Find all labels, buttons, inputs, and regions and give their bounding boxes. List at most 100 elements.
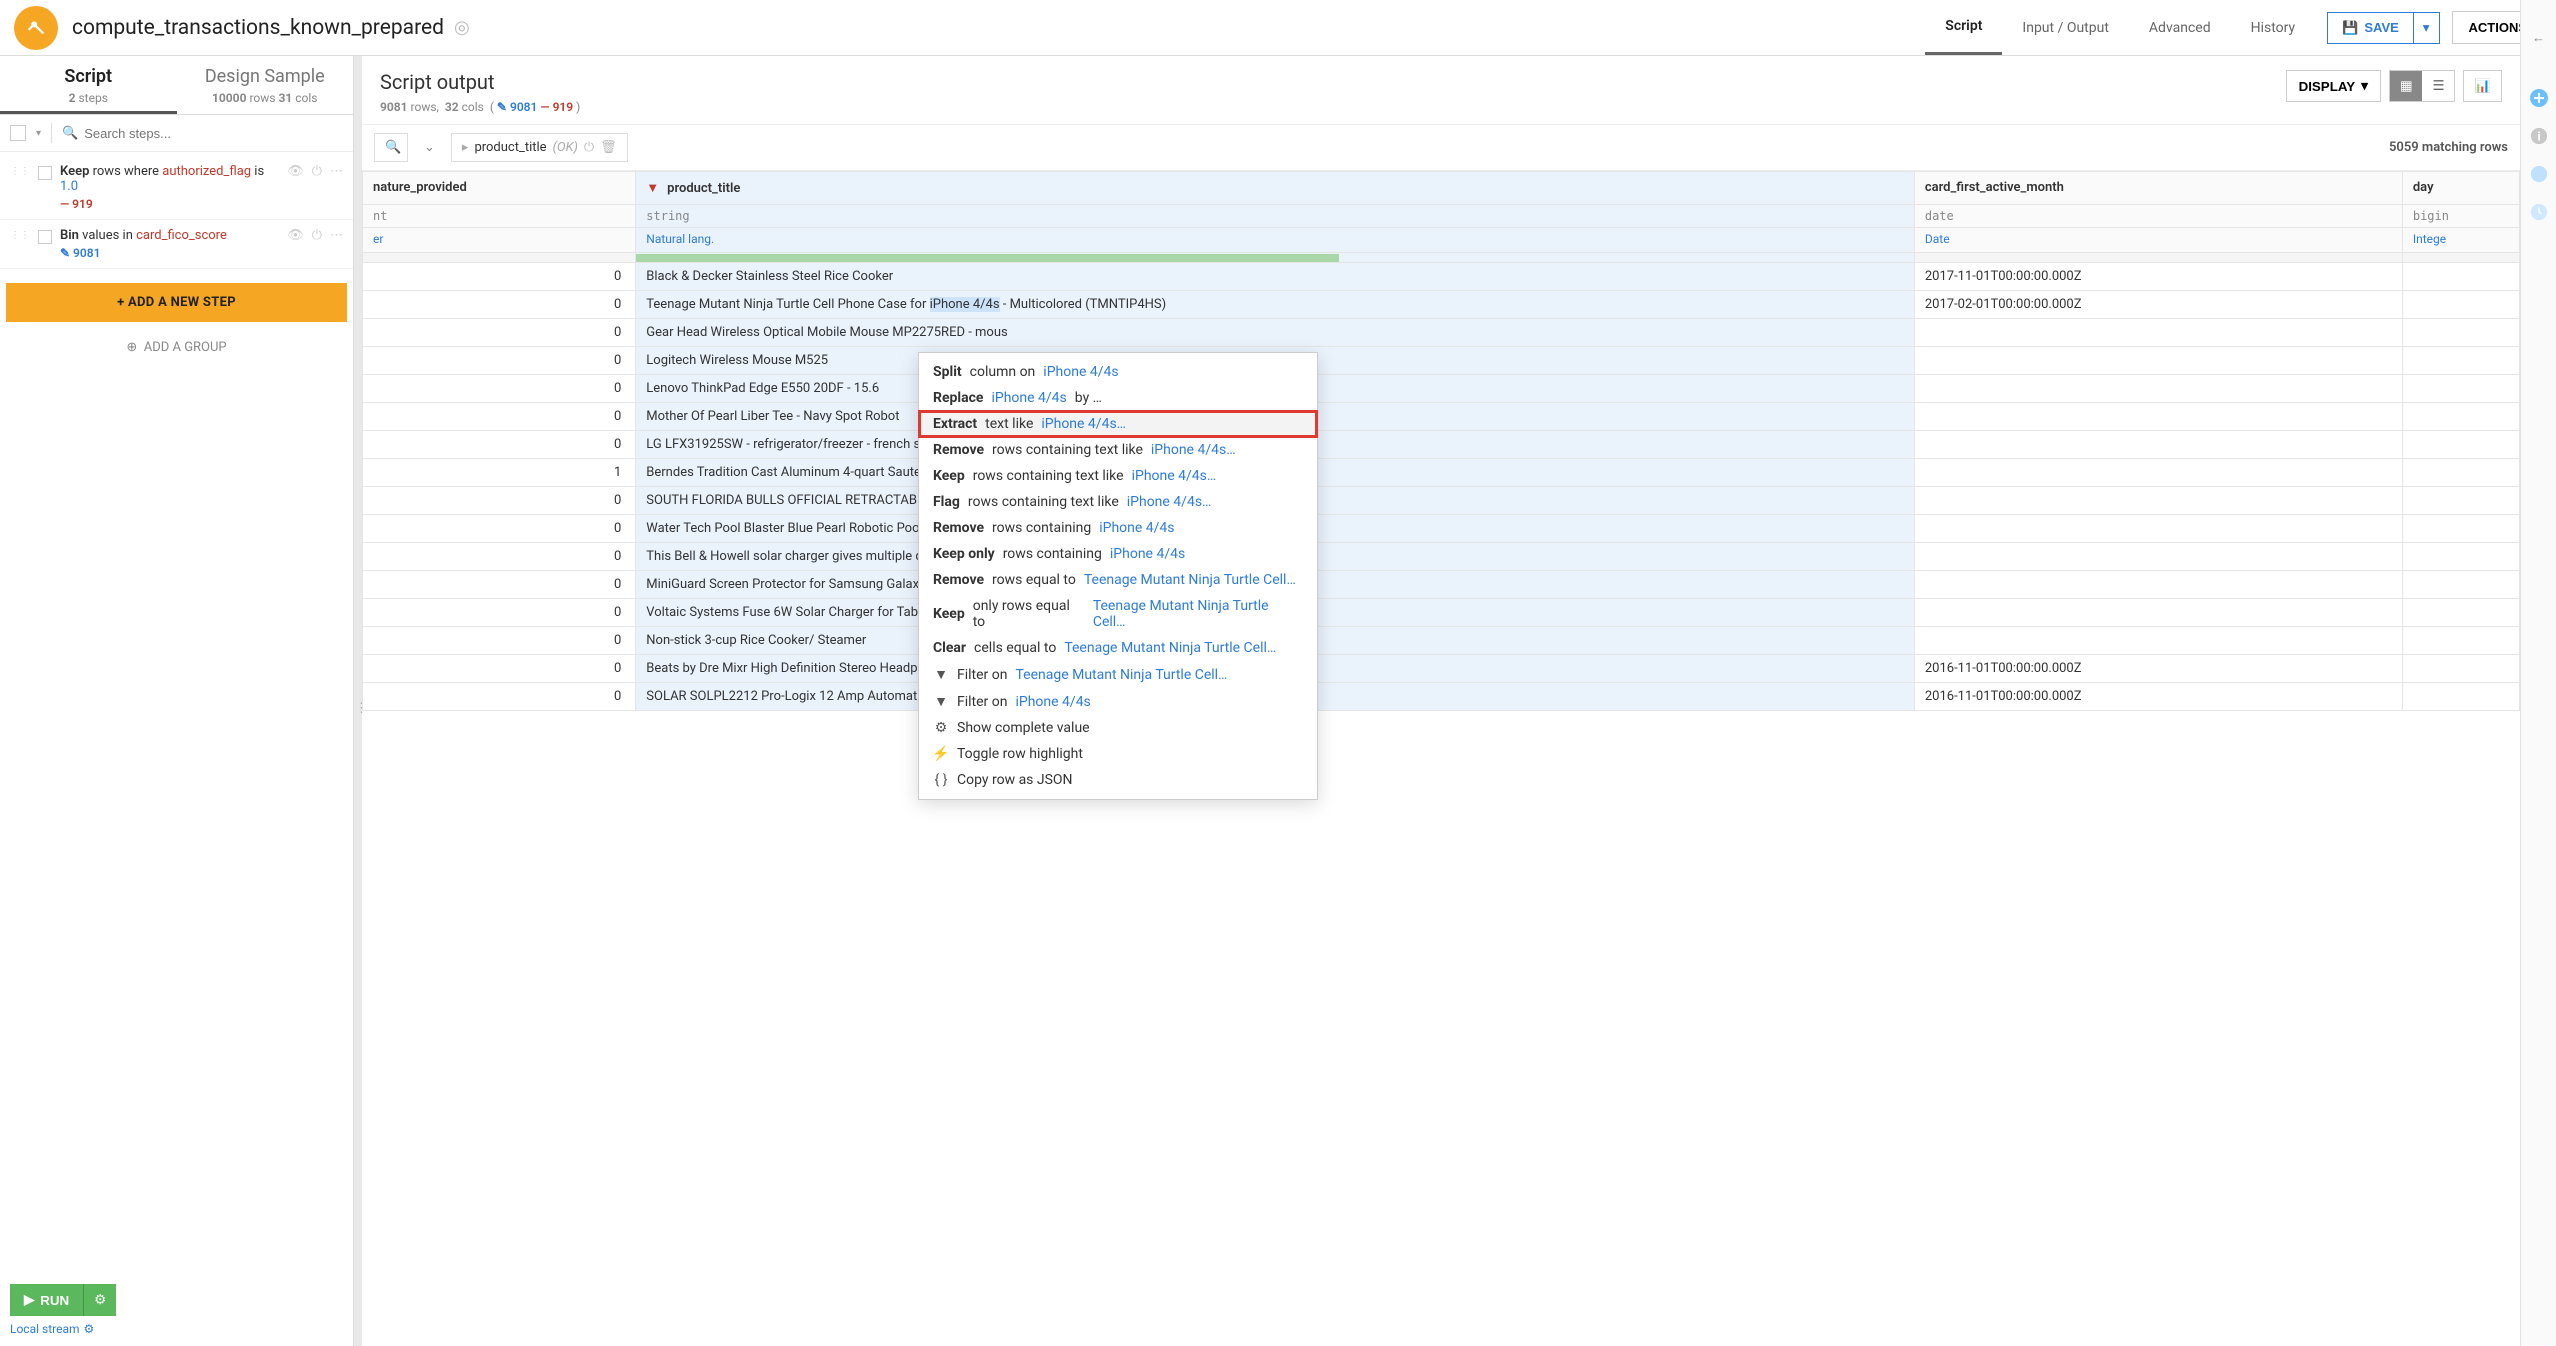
column-meaning[interactable]: Date — [1914, 228, 2402, 253]
table-row[interactable]: 0 Mother Of Pearl Liber Tee - Navy Spot … — [363, 403, 2520, 431]
add-circle-icon[interactable] — [2529, 88, 2549, 108]
add-step-button[interactable]: + ADD A NEW STEP — [6, 283, 347, 322]
drag-handle-icon[interactable]: ⋮⋮ — [10, 164, 30, 177]
cell-product-title[interactable]: Gear Head Wireless Optical Mobile Mouse … — [636, 319, 1915, 347]
context-menu-item[interactable]: Replace iPhone 4/4s by … — [919, 385, 1317, 411]
cell-card-month[interactable] — [1914, 599, 2402, 627]
view-table-button[interactable]: ▦ — [2390, 71, 2423, 101]
column-header[interactable]: ▼product_title — [636, 172, 1915, 205]
trash-icon[interactable]: 🗑 — [600, 140, 617, 155]
column-header[interactable]: day — [2402, 172, 2519, 205]
cell-nature[interactable]: 0 — [363, 487, 636, 515]
power-icon[interactable]: ⏻ — [312, 164, 322, 179]
table-row[interactable]: 0 Logitech Wireless Mouse M525 — [363, 347, 2520, 375]
cell-card-month[interactable]: 2017-11-01T00:00:00.000Z — [1914, 263, 2402, 291]
cell-card-month[interactable] — [1914, 375, 2402, 403]
table-row[interactable]: 0 Non-stick 3-cup Rice Cooker/ Steamer — [363, 627, 2520, 655]
cell-nature[interactable]: 0 — [363, 431, 636, 459]
table-row[interactable]: 0 SOLAR SOLPL2212 Pro-Logix 12 Amp Autom… — [363, 683, 2520, 711]
save-button[interactable]: 💾 SAVE — [2327, 12, 2414, 44]
cell-nature[interactable]: 0 — [363, 571, 636, 599]
context-menu-item[interactable]: Split column on iPhone 4/4s — [919, 359, 1317, 385]
cell-day[interactable] — [2402, 291, 2519, 319]
context-menu-item[interactable]: ⚙ Show complete value — [919, 715, 1317, 741]
table-row[interactable]: 0 Teenage Mutant Ninja Turtle Cell Phone… — [363, 291, 2520, 319]
cell-nature[interactable]: 0 — [363, 515, 636, 543]
cell-card-month[interactable] — [1914, 543, 2402, 571]
step-search[interactable]: 🔍 — [62, 126, 343, 141]
chat-icon[interactable] — [2529, 164, 2549, 184]
cell-nature[interactable]: 0 — [363, 543, 636, 571]
cell-day[interactable] — [2402, 347, 2519, 375]
cell-product-title[interactable]: Black & Decker Stainless Steel Rice Cook… — [636, 263, 1915, 291]
cell-card-month[interactable]: 2016-11-01T00:00:00.000Z — [1914, 655, 2402, 683]
cell-day[interactable] — [2402, 375, 2519, 403]
cell-nature[interactable]: 0 — [363, 683, 636, 711]
panel-resize-handle[interactable] — [354, 56, 362, 1346]
context-menu-item[interactable]: Clear cells equal to Teenage Mutant Ninj… — [919, 635, 1317, 661]
table-row[interactable]: 0 Beats by Dre Mixr High Definition Ster… — [363, 655, 2520, 683]
cell-day[interactable] — [2402, 543, 2519, 571]
context-menu-item[interactable]: Flag rows containing text like iPhone 4/… — [919, 489, 1317, 515]
cell-day[interactable] — [2402, 683, 2519, 711]
column-header[interactable]: card_first_active_month — [1914, 172, 2402, 205]
power-icon[interactable]: ⏻ — [312, 228, 322, 243]
cell-nature[interactable]: 1 — [363, 459, 636, 487]
step-item[interactable]: ⋮⋮ Keep rows where authorized_flag is 1.… — [0, 156, 353, 220]
cell-day[interactable] — [2402, 431, 2519, 459]
cell-nature[interactable]: 0 — [363, 627, 636, 655]
tab-script[interactable]: Script — [1925, 0, 2002, 55]
cell-card-month[interactable] — [1914, 487, 2402, 515]
column-meaning[interactable]: er — [363, 228, 636, 253]
cell-card-month[interactable] — [1914, 515, 2402, 543]
cell-nature[interactable]: 0 — [363, 291, 636, 319]
cell-nature[interactable]: 0 — [363, 599, 636, 627]
select-dropdown[interactable]: ▾ — [36, 128, 41, 139]
step-checkbox[interactable] — [38, 230, 52, 244]
info-icon[interactable]: i — [2529, 126, 2549, 146]
clock-icon[interactable] — [2529, 202, 2549, 222]
filter-pill[interactable]: ▸ product_title (OK) ⏻ 🗑 — [451, 133, 628, 162]
power-icon[interactable]: ⏻ — [584, 140, 594, 155]
left-tab-sample[interactable]: Design Sample 10000 rows 31 cols — [177, 56, 354, 114]
context-menu-item[interactable]: ▼ Filter on iPhone 4/4s — [919, 688, 1317, 715]
search-input[interactable] — [84, 126, 343, 141]
app-logo[interactable] — [14, 6, 58, 50]
cell-nature[interactable]: 0 — [363, 403, 636, 431]
cell-nature[interactable]: 0 — [363, 319, 636, 347]
table-row[interactable]: 0 Lenovo ThinkPad Edge E550 20DF - 15.6 — [363, 375, 2520, 403]
cell-day[interactable] — [2402, 655, 2519, 683]
column-histogram[interactable] — [1914, 253, 2402, 263]
view-list-button[interactable]: ☰ — [2422, 71, 2454, 101]
cell-card-month[interactable]: 2017-02-01T00:00:00.000Z — [1914, 291, 2402, 319]
step-checkbox[interactable] — [38, 166, 52, 180]
context-menu-item[interactable]: Remove rows equal to Teenage Mutant Ninj… — [919, 567, 1317, 593]
cell-card-month[interactable] — [1914, 627, 2402, 655]
context-menu-item[interactable]: { } Copy row as JSON — [919, 767, 1317, 793]
context-menu-item[interactable]: Keep rows containing text like iPhone 4/… — [919, 463, 1317, 489]
column-header[interactable]: nature_provided — [363, 172, 636, 205]
filter-dropdown[interactable]: ⌄ — [418, 134, 441, 161]
cell-day[interactable] — [2402, 599, 2519, 627]
column-histogram[interactable] — [2402, 253, 2519, 263]
cell-nature[interactable]: 0 — [363, 655, 636, 683]
table-row[interactable]: 0 This Bell & Howell solar charger gives… — [363, 543, 2520, 571]
run-settings-button[interactable]: ⚙ — [83, 1284, 116, 1316]
cell-nature[interactable]: 0 — [363, 263, 636, 291]
display-button[interactable]: DISPLAY ▾ — [2286, 70, 2381, 102]
compass-icon[interactable]: ◎ — [454, 17, 470, 38]
save-dropdown[interactable]: ▾ — [2414, 12, 2440, 44]
context-menu-item[interactable]: Extract text like iPhone 4/4s… — [919, 411, 1317, 437]
column-histogram[interactable] — [636, 253, 1915, 263]
context-menu-item[interactable]: Remove rows containing text like iPhone … — [919, 437, 1317, 463]
table-row[interactable]: 0 Voltaic Systems Fuse 6W Solar Charger … — [363, 599, 2520, 627]
context-menu-item[interactable]: Keep only rows containing iPhone 4/4s — [919, 541, 1317, 567]
column-histogram[interactable] — [363, 253, 636, 263]
cell-card-month[interactable] — [1914, 403, 2402, 431]
cell-day[interactable] — [2402, 627, 2519, 655]
collapse-rail-icon[interactable]: ← — [2529, 28, 2549, 48]
column-meaning[interactable]: Natural lang. — [636, 228, 1915, 253]
table-row[interactable]: 0 MiniGuard Screen Protector for Samsung… — [363, 571, 2520, 599]
cell-day[interactable] — [2402, 263, 2519, 291]
cell-card-month[interactable] — [1914, 431, 2402, 459]
